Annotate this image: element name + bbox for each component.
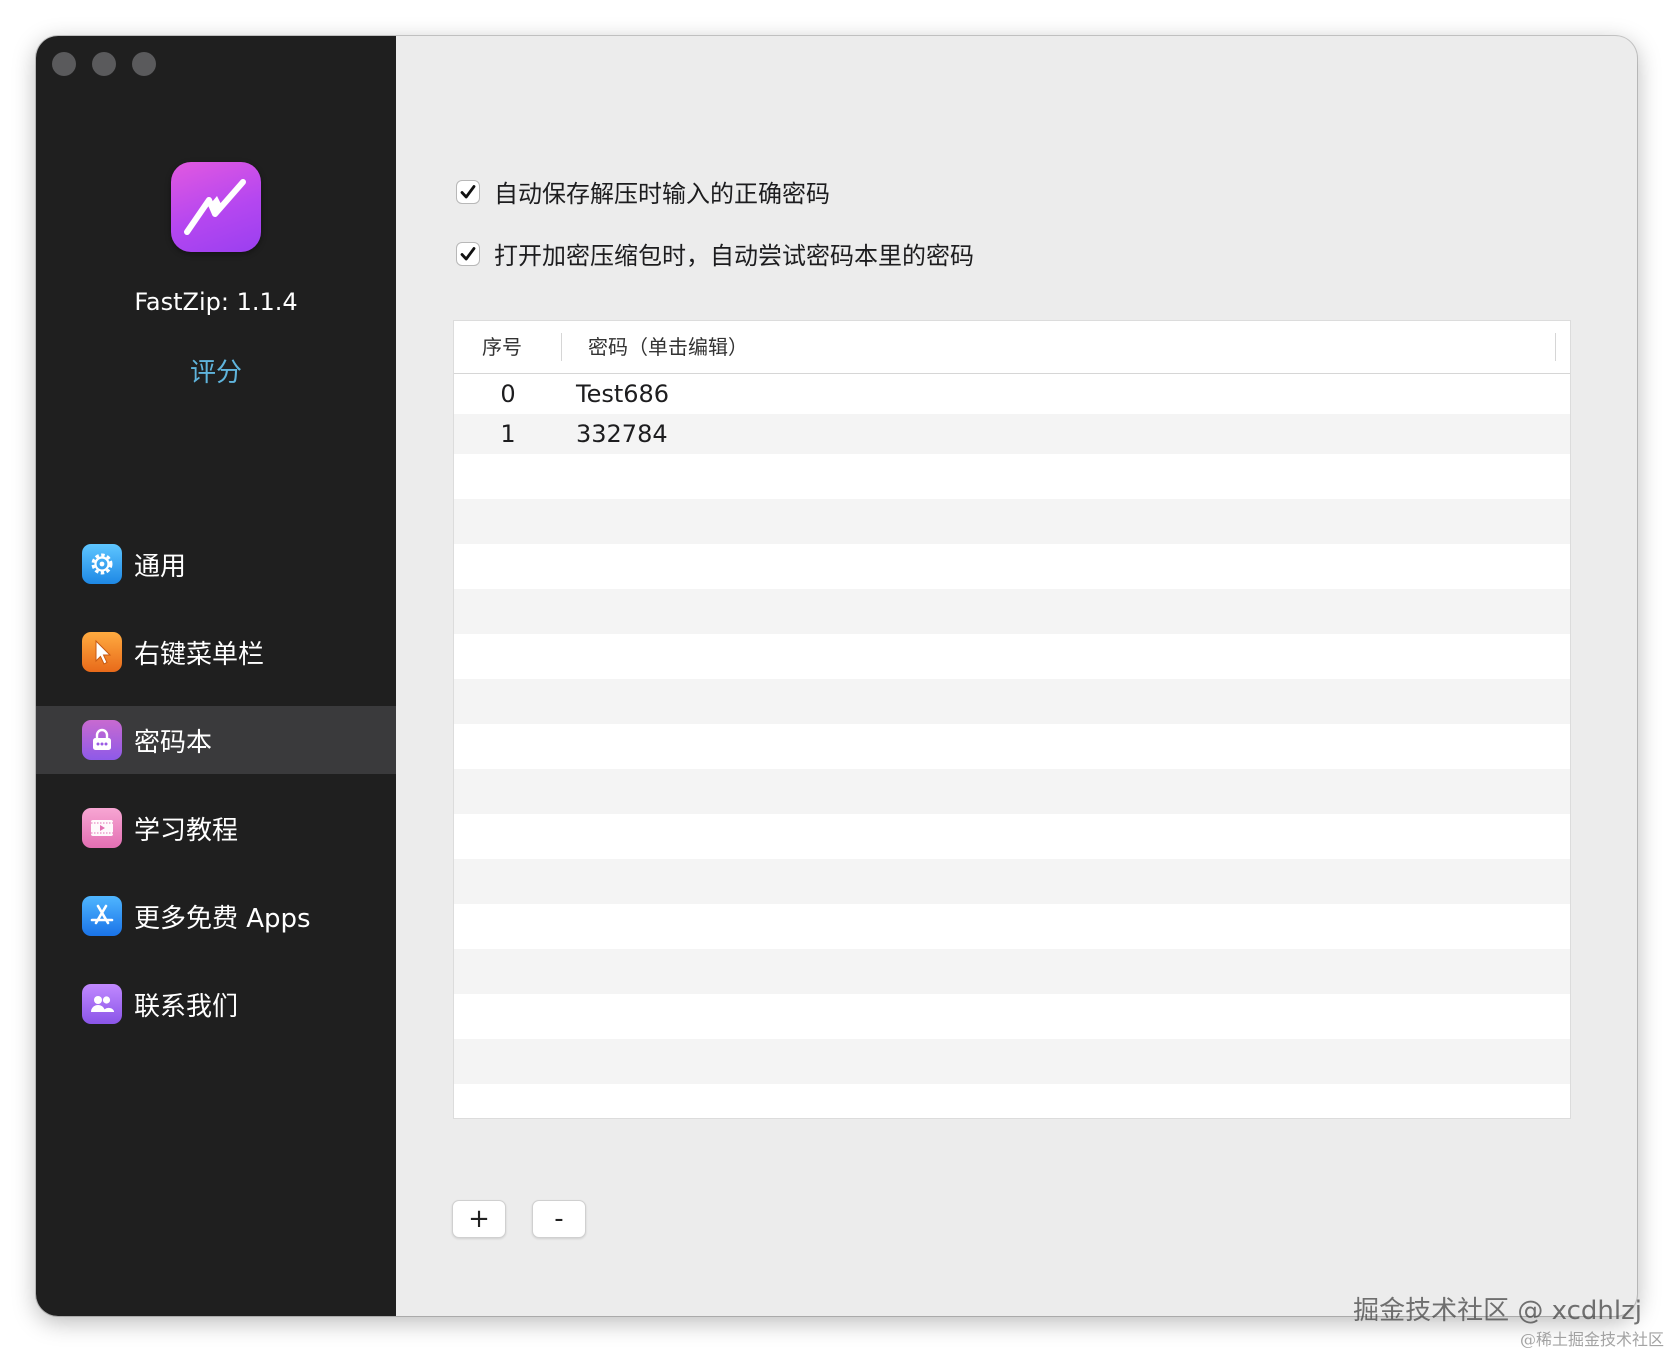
sidebar-item-label: 右键菜单栏 xyxy=(134,639,265,670)
close-button[interactable] xyxy=(52,52,76,76)
sidebar-item-tutorials[interactable]: 学习教程 xyxy=(36,794,396,862)
app-window: FastZip: 1.1.4 评分 通用 右键菜单栏 密码本 学习教程 更多免费… xyxy=(36,36,1637,1316)
sidebar-item-context-menu[interactable]: 右键菜单栏 xyxy=(36,618,396,686)
option-label: 打开加密压缩包时，自动尝试密码本里的密码 xyxy=(494,242,974,270)
password-table: 序号 密码（单击编辑） 0 Test686 1 332784 xyxy=(453,320,1571,1119)
people-icon xyxy=(82,984,122,1024)
row-password[interactable]: 332784 xyxy=(562,420,668,448)
add-password-button[interactable]: + xyxy=(452,1200,506,1238)
empty-rows xyxy=(454,454,1570,1118)
auto-try-checkbox[interactable] xyxy=(456,241,480,266)
gear-icon xyxy=(82,544,122,584)
row-index: 1 xyxy=(500,420,516,448)
option-label: 自动保存解压时输入的正确密码 xyxy=(494,180,830,208)
app-version: FastZip: 1.1.4 xyxy=(134,288,298,316)
option-auto-save: 自动保存解压时输入的正确密码 xyxy=(456,174,830,209)
app-store-icon xyxy=(82,896,122,936)
column-header-index[interactable]: 序号 xyxy=(454,333,562,361)
cursor-icon xyxy=(82,632,122,672)
sidebar-item-general[interactable]: 通用 xyxy=(36,530,396,598)
zoom-button[interactable] xyxy=(132,52,156,76)
minimize-button[interactable] xyxy=(92,52,116,76)
checkmark-icon xyxy=(460,184,476,198)
column-header-password[interactable]: 密码（单击编辑） xyxy=(562,333,1570,361)
sidebar-item-password-book[interactable]: 密码本 xyxy=(36,706,396,774)
row-index: 0 xyxy=(500,380,516,408)
row-password[interactable]: Test686 xyxy=(562,380,669,408)
column-divider xyxy=(1555,333,1556,361)
sidebar-nav: 通用 右键菜单栏 密码本 学习教程 更多免费 Apps 联系我们 xyxy=(36,530,396,1058)
sidebar-item-label: 学习教程 xyxy=(134,815,239,846)
lightning-icon xyxy=(171,162,261,252)
traffic-lights xyxy=(52,52,156,76)
sidebar-item-more-apps[interactable]: 更多免费 Apps xyxy=(36,882,396,950)
sidebar-item-label: 联系我们 xyxy=(134,991,239,1022)
watermark: 掘金技术社区 @ xcdhlzj xyxy=(1353,1296,1642,1326)
video-icon xyxy=(82,808,122,848)
auto-save-checkbox[interactable] xyxy=(456,179,480,204)
table-row[interactable]: 1 332784 xyxy=(454,414,1570,454)
option-auto-try: 打开加密压缩包时，自动尝试密码本里的密码 xyxy=(456,236,974,271)
sidebar-item-label: 密码本 xyxy=(134,727,213,758)
table-row[interactable]: 0 Test686 xyxy=(454,374,1570,414)
watermark-secondary: @稀土掘金技术社区 xyxy=(1519,1330,1664,1349)
table-header: 序号 密码（单击编辑） xyxy=(454,321,1570,374)
sidebar: FastZip: 1.1.4 评分 通用 右键菜单栏 密码本 学习教程 更多免费… xyxy=(36,36,396,1316)
sidebar-item-label: 通用 xyxy=(134,551,187,582)
rate-link[interactable]: 评分 xyxy=(36,352,396,389)
remove-password-button[interactable]: - xyxy=(532,1200,586,1238)
main-panel: 自动保存解压时输入的正确密码 打开加密压缩包时，自动尝试密码本里的密码 序号 密… xyxy=(396,36,1637,1316)
lock-icon xyxy=(82,720,122,760)
sidebar-item-contact[interactable]: 联系我们 xyxy=(36,970,396,1038)
checkmark-icon xyxy=(460,246,476,260)
sidebar-item-label: 更多免费 Apps xyxy=(134,903,311,934)
